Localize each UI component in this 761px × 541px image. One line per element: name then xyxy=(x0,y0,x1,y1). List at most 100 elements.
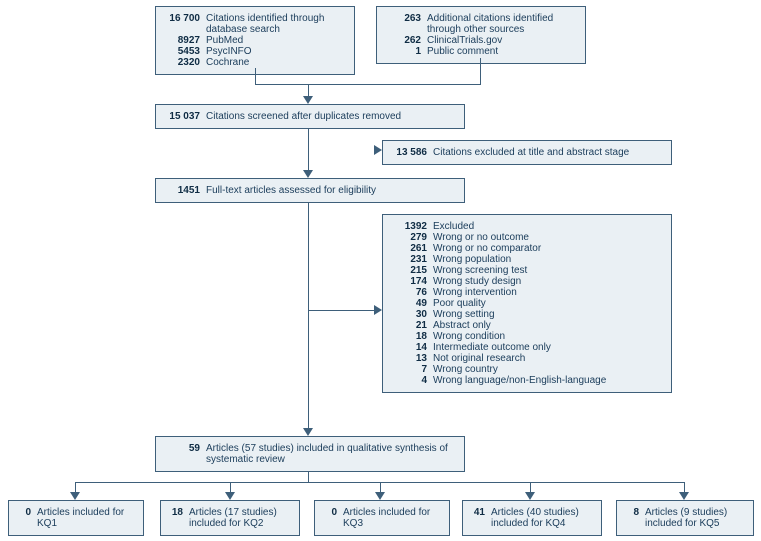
box-kq3: 0Articles included for KQ3 xyxy=(314,500,450,536)
t-screened: Citations screened after duplicates remo… xyxy=(206,111,456,122)
excluded-item-n: 76 xyxy=(391,287,433,298)
excluded-item-t: Wrong language/non-English-language xyxy=(433,375,663,386)
excluded-item-t: Wrong screening test xyxy=(433,265,663,276)
excluded-item: 261Wrong or no comparator xyxy=(391,243,663,254)
connector xyxy=(308,128,309,172)
excluded-item-n: 49 xyxy=(391,298,433,309)
excluded-item: 215Wrong screening test xyxy=(391,265,663,276)
excluded-item-n: 261 xyxy=(391,243,433,254)
t-kq5: Articles (9 studies) included for KQ5 xyxy=(645,507,745,529)
excluded-item-n: 7 xyxy=(391,364,433,375)
n-screened: 15 037 xyxy=(164,111,206,122)
arrow-down-icon xyxy=(303,428,313,436)
box-fulltext: 1451Full-text articles assessed for elig… xyxy=(155,178,465,203)
excluded-item: 14Intermediate outcome only xyxy=(391,342,663,353)
box-excl-title-abs: 13 586Citations excluded at title and ab… xyxy=(382,140,672,165)
excluded-item-n: 4 xyxy=(391,375,433,386)
excluded-item: 18Wrong condition xyxy=(391,331,663,342)
box-screened: 15 037Citations screened after duplicate… xyxy=(155,104,465,129)
box-other-sources: 263Additional citations identified throu… xyxy=(376,6,586,64)
n-kq5: 8 xyxy=(625,507,645,529)
excluded-item-t: Poor quality xyxy=(433,298,663,309)
box-kq2: 18Articles (17 studies) included for KQ2 xyxy=(160,500,300,536)
connector xyxy=(255,84,481,85)
connector xyxy=(308,310,376,311)
excluded-item-t: Wrong or no comparator xyxy=(433,243,663,254)
n-excl-ta: 13 586 xyxy=(391,147,433,158)
excluded-item: 13Not original research xyxy=(391,353,663,364)
excluded-item: 21Abstract only xyxy=(391,320,663,331)
connector xyxy=(480,58,481,84)
connector xyxy=(255,68,256,84)
excluded-item-t: Abstract only xyxy=(433,320,663,331)
n-clinicaltrials: 262 xyxy=(385,35,427,46)
box-kq1: 0Articles included for KQ1 xyxy=(8,500,144,536)
excluded-item-t: Not original research xyxy=(433,353,663,364)
t-kq4: Articles (40 studies) included for KQ4 xyxy=(491,507,593,529)
excluded-item-n: 279 xyxy=(391,232,433,243)
n-other-total: 263 xyxy=(385,13,427,35)
arrow-down-icon xyxy=(303,170,313,178)
excluded-item: 174Wrong study design xyxy=(391,276,663,287)
t-kq1: Articles included for KQ1 xyxy=(37,507,135,529)
n-cochrane: 2320 xyxy=(164,57,206,68)
excluded-item: 30Wrong setting xyxy=(391,309,663,320)
arrow-down-icon xyxy=(525,492,535,500)
n-db-total: 16 700 xyxy=(164,13,206,35)
t-excl-total: Excluded xyxy=(433,221,663,232)
n-pubmed: 8927 xyxy=(164,35,206,46)
n-fulltext: 1451 xyxy=(164,185,206,196)
excluded-item-n: 215 xyxy=(391,265,433,276)
box-kq4: 41Articles (40 studies) included for KQ4 xyxy=(462,500,602,536)
arrow-down-icon xyxy=(303,96,313,104)
n-kq3: 0 xyxy=(323,507,343,529)
excluded-item-t: Wrong study design xyxy=(433,276,663,287)
excluded-item: 76Wrong intervention xyxy=(391,287,663,298)
n-kq4: 41 xyxy=(471,507,491,529)
t-db-total: Citations identified through database se… xyxy=(206,13,346,35)
excluded-item-t: Wrong setting xyxy=(433,309,663,320)
n-public-comment: 1 xyxy=(385,46,427,57)
excluded-item-t: Wrong or no outcome xyxy=(433,232,663,243)
t-clinicaltrials: ClinicalTrials.gov xyxy=(427,35,577,46)
t-cochrane: Cochrane xyxy=(206,57,346,68)
excluded-item-n: 30 xyxy=(391,309,433,320)
excluded-item: 7Wrong country xyxy=(391,364,663,375)
excluded-item-n: 18 xyxy=(391,331,433,342)
excluded-item-t: Wrong population xyxy=(433,254,663,265)
excluded-item: 279Wrong or no outcome xyxy=(391,232,663,243)
excluded-item-n: 231 xyxy=(391,254,433,265)
excluded-item: 49Poor quality xyxy=(391,298,663,309)
n-included: 59 xyxy=(164,443,206,465)
arrow-right-icon xyxy=(374,145,382,155)
t-other-total: Additional citations identified through … xyxy=(427,13,577,35)
connector xyxy=(308,202,309,430)
excluded-item-t: Wrong intervention xyxy=(433,287,663,298)
n-psycinfo: 5453 xyxy=(164,46,206,57)
n-kq1: 0 xyxy=(17,507,37,529)
t-fulltext: Full-text articles assessed for eligibil… xyxy=(206,185,456,196)
excluded-item: 4Wrong language/non-English-language xyxy=(391,375,663,386)
box-excluded: 1392Excluded 279Wrong or no outcome261Wr… xyxy=(382,214,672,393)
arrow-down-icon xyxy=(375,492,385,500)
t-kq3: Articles included for KQ3 xyxy=(343,507,441,529)
t-psycinfo: PsycINFO xyxy=(206,46,346,57)
box-included: 59Articles (57 studies) included in qual… xyxy=(155,436,465,472)
connector xyxy=(308,472,309,482)
box-kq5: 8Articles (9 studies) included for KQ5 xyxy=(616,500,754,536)
excluded-item-t: Intermediate outcome only xyxy=(433,342,663,353)
arrow-down-icon xyxy=(70,492,80,500)
t-included: Articles (57 studies) included in qualit… xyxy=(206,443,456,465)
excluded-item-t: Wrong country xyxy=(433,364,663,375)
t-kq2: Articles (17 studies) included for KQ2 xyxy=(189,507,291,529)
n-kq2: 18 xyxy=(169,507,189,529)
arrow-right-icon xyxy=(374,305,382,315)
arrow-down-icon xyxy=(225,492,235,500)
t-public-comment: Public comment xyxy=(427,46,577,57)
excluded-item-n: 21 xyxy=(391,320,433,331)
excluded-item-n: 174 xyxy=(391,276,433,287)
t-excl-ta: Citations excluded at title and abstract… xyxy=(433,147,663,158)
excluded-item: 231Wrong population xyxy=(391,254,663,265)
n-excl-total: 1392 xyxy=(391,221,433,232)
excluded-item-n: 13 xyxy=(391,353,433,364)
